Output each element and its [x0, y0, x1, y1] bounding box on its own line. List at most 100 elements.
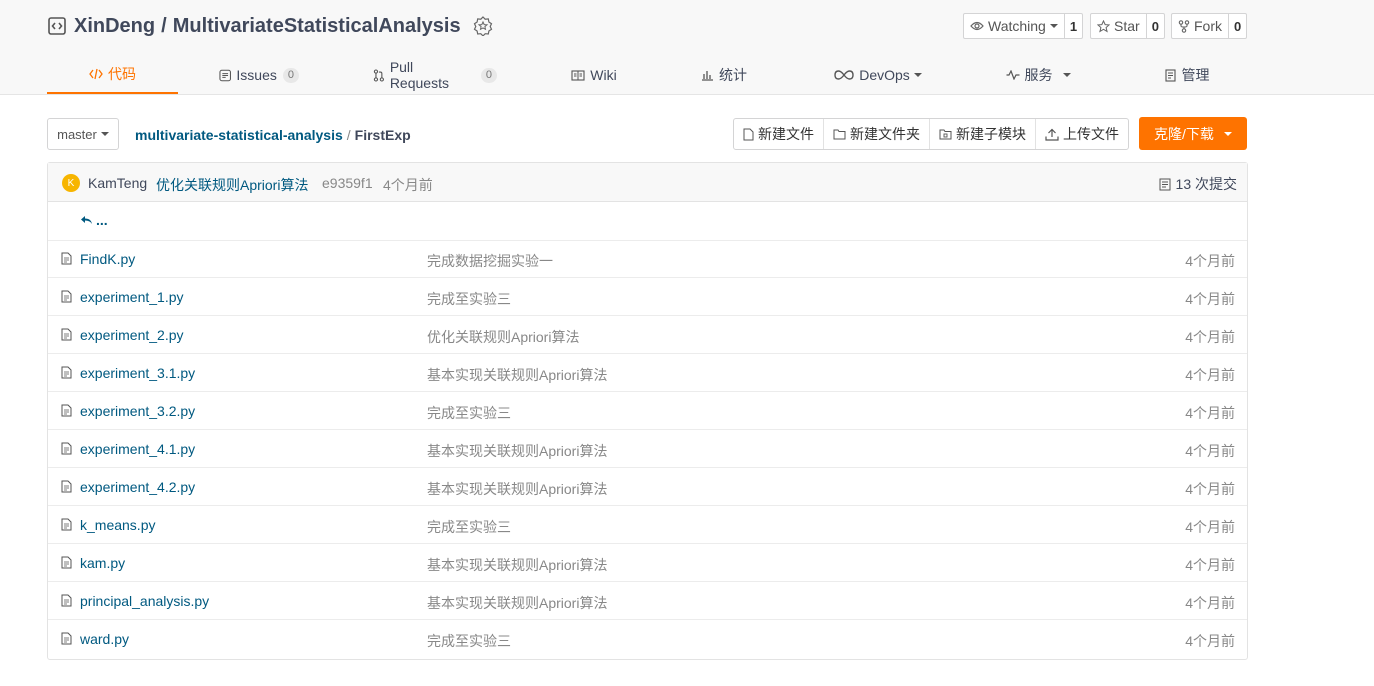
parent-directory-row[interactable]: ...	[48, 202, 1247, 241]
tab-issues[interactable]: Issues 0	[219, 56, 299, 94]
upload-label: 上传文件	[1063, 126, 1119, 142]
parent-directory-link[interactable]: ...	[80, 212, 108, 228]
watch-button[interactable]: Watching	[964, 14, 1065, 38]
tab-services-label: 服务	[1024, 67, 1053, 83]
book-icon	[571, 69, 585, 81]
issues-icon	[219, 69, 231, 81]
file-row[interactable]: experiment_1.py 完成至实验三 4个月前	[48, 278, 1247, 316]
issues-count-badge: 0	[282, 67, 299, 83]
file-commit-message[interactable]: 基本实现关联规则Apriori算法	[427, 479, 607, 499]
new-folder-button[interactable]: 新建文件夹	[824, 119, 930, 149]
file-row[interactable]: k_means.py 完成至实验三 4个月前	[48, 506, 1247, 544]
breadcrumb-current: FirstExp	[354, 127, 411, 143]
file-name-link[interactable]: principal_analysis.py	[80, 593, 209, 609]
file-name-link[interactable]: experiment_2.py	[80, 327, 184, 343]
fork-icon	[1178, 19, 1190, 33]
branch-selector[interactable]: master	[47, 118, 119, 150]
submodule-icon	[939, 129, 952, 139]
tab-pulls-label: Pull Requests	[389, 59, 449, 91]
fork-button[interactable]: Fork	[1172, 14, 1229, 38]
file-commit-time: 4个月前	[1185, 405, 1235, 421]
file-icon	[61, 328, 72, 341]
file-commit-message[interactable]: 完成至实验三	[427, 631, 511, 651]
tab-stats[interactable]: 统计	[699, 56, 749, 94]
file-name-link[interactable]: FindK.py	[80, 251, 135, 267]
file-name-link[interactable]: experiment_3.1.py	[80, 365, 195, 381]
star-label: Star	[1114, 18, 1140, 34]
file-commit-time: 4个月前	[1185, 519, 1235, 535]
file-row[interactable]: principal_analysis.py 基本实现关联规则Apriori算法 4个…	[48, 582, 1247, 620]
file-commit-message[interactable]: 完成至实验三	[427, 289, 511, 309]
clone-download-button[interactable]: 克隆/下载	[1139, 117, 1247, 150]
file-name-link[interactable]: kam.py	[80, 555, 125, 571]
star-button[interactable]: Star	[1091, 14, 1147, 38]
file-name-link[interactable]: ward.py	[80, 631, 129, 647]
file-commit-time: 4个月前	[1185, 329, 1235, 345]
file-row[interactable]: ward.py 完成至实验三 4个月前	[48, 620, 1247, 657]
branch-label: master	[57, 126, 97, 142]
star-count[interactable]: 0	[1147, 14, 1164, 38]
upload-file-button[interactable]: 上传文件	[1036, 119, 1128, 149]
file-row[interactable]: experiment_3.1.py 基本实现关联规则Apriori算法 4个月前	[48, 354, 1247, 392]
folder-icon	[833, 129, 846, 139]
file-row[interactable]: FindK.py 完成数据挖掘实验一 4个月前	[48, 240, 1247, 278]
repo-name-link[interactable]: MultivariateStatisticalAnalysis	[173, 15, 461, 38]
file-commit-message[interactable]: 完成至实验三	[427, 403, 511, 423]
file-icon	[61, 442, 72, 455]
avatar[interactable]: K	[62, 174, 80, 192]
breadcrumb-root-link[interactable]: multivariate-statistical-analysis	[135, 127, 343, 143]
fork-action[interactable]: Fork 0	[1171, 13, 1248, 39]
file-commit-message[interactable]: 基本实现关联规则Apriori算法	[427, 555, 607, 575]
chevron-down-icon	[100, 132, 109, 136]
new-file-button[interactable]: 新建文件	[734, 119, 824, 149]
commit-count-link[interactable]: 13 次提交	[1159, 174, 1237, 194]
tab-manage[interactable]: 管理	[1155, 56, 1219, 94]
file-commit-message[interactable]: 基本实现关联规则Apriori算法	[427, 365, 607, 385]
commit-author[interactable]: KamTeng	[88, 175, 147, 191]
watch-count[interactable]: 1	[1065, 14, 1082, 38]
file-row[interactable]: kam.py 基本实现关联规则Apriori算法 4个月前	[48, 544, 1247, 582]
file-icon	[61, 290, 72, 303]
fork-count[interactable]: 0	[1229, 14, 1246, 38]
file-name-link[interactable]: k_means.py	[80, 517, 155, 533]
fork-label: Fork	[1194, 18, 1222, 34]
tab-manage-label: 管理	[1181, 67, 1210, 83]
file-name-link[interactable]: experiment_4.2.py	[80, 479, 195, 495]
latest-commit-bar: K KamTeng 优化关联规则Apriori算法 e9359f1 4个月前 1…	[48, 163, 1247, 202]
chevron-down-icon	[913, 73, 922, 77]
star-action[interactable]: Star 0	[1090, 13, 1165, 39]
code-repo-icon	[48, 17, 66, 35]
file-row[interactable]: experiment_4.1.py 基本实现关联规则Apriori算法 4个月前	[48, 430, 1247, 468]
pulse-icon	[1006, 70, 1019, 80]
file-toolbar: 新建文件 新建文件夹 新建子模块 上传文件	[733, 118, 1129, 150]
pull-request-icon	[373, 68, 384, 82]
tab-code[interactable]: 代码	[47, 56, 178, 94]
tab-services[interactable]: 服务	[1003, 56, 1073, 94]
file-commit-message[interactable]: 完成至实验三	[427, 517, 511, 537]
file-row[interactable]: experiment_4.2.py 基本实现关联规则Apriori算法 4个月前	[48, 468, 1247, 506]
tab-pull-requests[interactable]: Pull Requests 0	[373, 56, 497, 94]
code-icon	[89, 68, 103, 80]
recommend-badge-icon[interactable]	[473, 16, 493, 36]
file-commit-message[interactable]: 基本实现关联规则Apriori算法	[427, 441, 607, 461]
watch-action[interactable]: Watching 1	[963, 13, 1084, 39]
file-commit-time: 4个月前	[1185, 253, 1235, 269]
infinity-icon	[834, 70, 854, 80]
file-commit-message[interactable]: 优化关联规则Apriori算法	[427, 327, 579, 347]
file-commit-message[interactable]: 基本实现关联规则Apriori算法	[427, 593, 607, 613]
file-commit-message[interactable]: 完成数据挖掘实验一	[427, 251, 553, 271]
commit-message[interactable]: 优化关联规则Apriori算法	[156, 175, 308, 195]
tab-wiki[interactable]: Wiki	[567, 56, 621, 94]
bar-chart-icon	[702, 71, 713, 81]
commit-sha[interactable]: e9359f1	[322, 175, 373, 191]
file-name-link[interactable]: experiment_1.py	[80, 289, 184, 305]
file-row[interactable]: experiment_3.2.py 完成至实验三 4个月前	[48, 392, 1247, 430]
repo-header: XinDeng / MultivariateStatisticalAnalysi…	[0, 0, 1374, 95]
file-row[interactable]: experiment_2.py 优化关联规则Apriori算法 4个月前	[48, 316, 1247, 354]
file-name-link[interactable]: experiment_3.2.py	[80, 403, 195, 419]
file-name-link[interactable]: experiment_4.1.py	[80, 441, 195, 457]
repo-owner-link[interactable]: XinDeng	[74, 15, 155, 38]
repo-separator: /	[161, 14, 167, 37]
tab-devops[interactable]: DevOps	[831, 56, 925, 94]
new-submodule-button[interactable]: 新建子模块	[930, 119, 1036, 149]
